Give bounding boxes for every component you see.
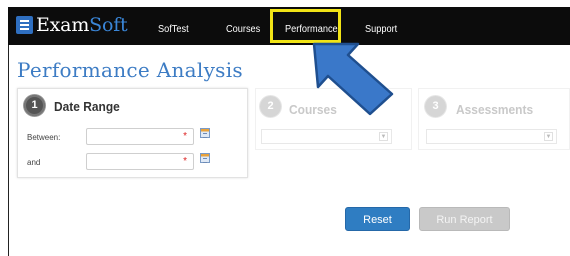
required-marker: * [183,156,187,167]
menu-lines-icon [16,16,33,34]
courses-select[interactable]: ▼ [261,129,392,144]
end-date-input[interactable]: * [86,153,194,170]
page-title: Performance Analysis [17,58,243,82]
assessments-title: Assessments [456,102,534,117]
assessments-select[interactable]: ▼ [426,129,557,144]
date-range-title: Date Range [54,99,120,114]
run-report-button[interactable]: Run Report [419,207,510,231]
between-label: Between: [27,133,61,142]
start-date-input[interactable]: * [86,128,194,145]
logo-text: ExamSoft [36,14,128,36]
step-2-badge: 2 [260,96,281,117]
calendar-icon[interactable] [200,128,210,138]
assessments-panel: 3 Assessments ▼ [418,88,570,150]
step-1-badge: 1 [24,95,45,116]
courses-title: Courses [289,102,337,117]
required-marker: * [183,131,187,142]
logo-text-accent: Soft [89,14,128,36]
dropdown-arrow-icon: ▼ [379,132,388,141]
nav-item-softest[interactable]: SofTest [158,24,189,35]
examsoft-logo[interactable]: ExamSoft [16,14,128,36]
dropdown-arrow-icon: ▼ [544,132,553,141]
nav-item-support[interactable]: Support [365,24,397,35]
courses-panel: 2 Courses ▼ [255,88,412,150]
logo-text-main: Exam [36,14,90,36]
date-range-panel: 1 Date Range Between: * and * [17,88,248,178]
reset-button[interactable]: Reset [345,207,410,231]
calendar-icon[interactable] [200,153,210,163]
nav-item-courses[interactable]: Courses [226,24,260,35]
step-3-badge: 3 [425,96,446,117]
performance-highlight-box [270,9,341,43]
and-label: and [27,158,41,167]
